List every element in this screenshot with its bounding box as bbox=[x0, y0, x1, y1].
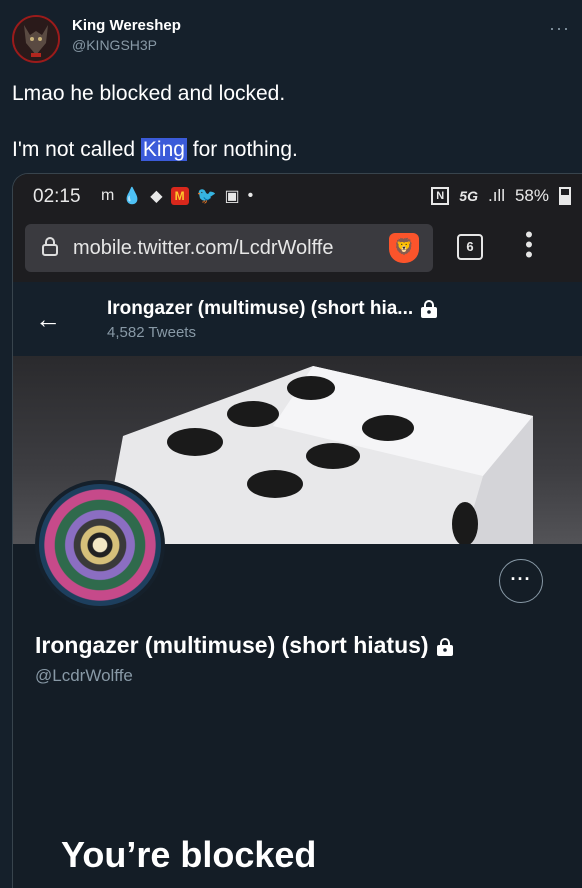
profile-name-text: Irongazer (multimuse) (short hiatus) bbox=[35, 632, 429, 658]
profile-display-name: Irongazer (multimuse) (short hiatus) bbox=[35, 632, 455, 659]
profile-header-title: Irongazer (multimuse) (short hia... bbox=[107, 298, 439, 320]
m-icon: m bbox=[101, 187, 115, 204]
blocked-message: You’re blocked bbox=[61, 834, 317, 875]
text-after-highlight: for nothing. bbox=[186, 138, 298, 161]
drop-icon: 💧 bbox=[122, 188, 143, 205]
profile-top-bar: ← Irongazer (multimuse) (short hia... 4,… bbox=[13, 282, 582, 356]
diamond-icon: ◆ bbox=[150, 188, 163, 205]
protected-lock-icon bbox=[436, 637, 453, 656]
signal-icon: .ıll bbox=[487, 186, 505, 205]
tweet-media-screenshot[interactable]: 02:15 m 💧 ◆ M 🐦 ▣ • N 5G .ıll 58% mobile… bbox=[12, 173, 582, 888]
tweet-text-line-2: I'm not called King for nothing. bbox=[12, 136, 572, 164]
battery-label: 58% bbox=[514, 186, 549, 205]
profile-more-icon[interactable]: ··· bbox=[499, 559, 543, 603]
author-avatar[interactable] bbox=[12, 15, 60, 63]
mcdonalds-icon: M bbox=[170, 187, 189, 205]
highlighted-word: King bbox=[140, 138, 187, 161]
profile-handle: @LcdrWolffe bbox=[35, 666, 133, 685]
tweet: King Wereshep @KINGSH3P ··· Lmao he bloc… bbox=[0, 0, 582, 888]
author-handle[interactable]: @KINGSH3P bbox=[72, 37, 157, 53]
network-label: 5G bbox=[459, 188, 478, 204]
more-horizontal-icon[interactable]: ··· bbox=[549, 18, 570, 39]
author-name[interactable]: King Wereshep bbox=[72, 17, 181, 34]
tab-count-button[interactable]: 6 bbox=[457, 234, 483, 260]
back-arrow-icon[interactable]: ← bbox=[35, 304, 61, 335]
lock-icon bbox=[41, 236, 59, 262]
notification-icons: m 💧 ◆ M 🐦 ▣ • bbox=[101, 186, 253, 206]
kebab-menu-icon[interactable]: • • • bbox=[521, 224, 537, 266]
text-before-highlight: I'm not called bbox=[12, 138, 141, 161]
address-bar[interactable]: mobile.twitter.com/LcdrWolffe 🦁 bbox=[25, 224, 433, 272]
battery-icon bbox=[559, 187, 571, 205]
profile-avatar[interactable] bbox=[35, 480, 165, 610]
profile-header-name: Irongazer (multimuse) (short hia... bbox=[107, 298, 414, 319]
status-right-icons: N 5G .ıll 58% bbox=[431, 186, 571, 206]
twitter-bird-icon: 🐦 bbox=[196, 188, 217, 205]
dot-icon: • bbox=[247, 187, 254, 204]
protected-lock-icon bbox=[421, 300, 438, 318]
nfc-icon: N bbox=[431, 187, 450, 205]
browser-toolbar: mobile.twitter.com/LcdrWolffe 🦁 6 • • • bbox=[13, 220, 582, 282]
phone-status-bar: 02:15 m 💧 ◆ M 🐦 ▣ • N 5G .ıll 58% bbox=[13, 174, 582, 220]
tweet-text-line-1: Lmao he blocked and locked. bbox=[12, 82, 286, 105]
brave-shield-icon[interactable]: 🦁 bbox=[389, 233, 419, 263]
tweet-count: 4,582 Tweets bbox=[107, 324, 196, 341]
status-time: 02:15 bbox=[33, 186, 81, 207]
tweet-text: Lmao he blocked and locked. I'm not call… bbox=[12, 80, 572, 164]
image-icon: ▣ bbox=[224, 188, 240, 205]
url-text[interactable]: mobile.twitter.com/LcdrWolffe bbox=[73, 237, 373, 260]
